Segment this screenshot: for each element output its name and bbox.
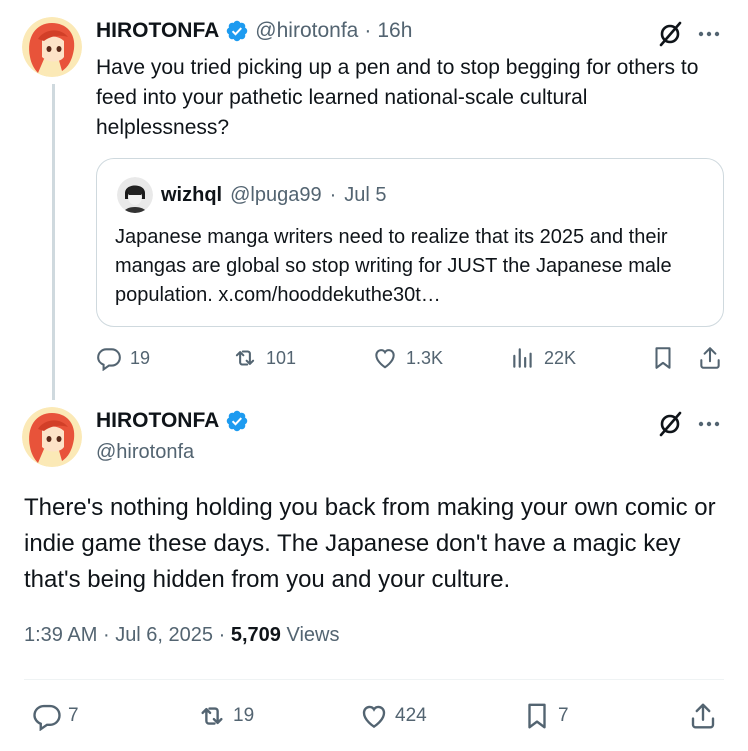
tweet-time[interactable]: 16h — [377, 19, 412, 43]
avatar[interactable] — [22, 17, 82, 77]
reply-count: 7 — [68, 705, 79, 726]
author-handle[interactable]: @hirotonfa — [96, 441, 194, 464]
quote-avatar — [117, 177, 153, 213]
grok-icon[interactable] — [656, 410, 684, 443]
repost-count: 101 — [266, 347, 297, 368]
share-button[interactable] — [697, 345, 723, 371]
dot-separator: · — [329, 183, 337, 206]
like-icon — [362, 705, 386, 729]
dot-separator: · — [364, 19, 372, 42]
like-icon — [375, 349, 395, 369]
dot-separator: · — [102, 624, 110, 646]
views-icon — [513, 348, 532, 368]
verified-badge-icon — [225, 409, 249, 433]
tweet-text: Have you tried picking up a pen and to s… — [96, 56, 699, 139]
tweet-time[interactable]: 1:39 AM — [24, 624, 97, 646]
repost-button[interactable]: 19 — [197, 701, 254, 731]
verified-badge-icon — [225, 19, 249, 43]
tweet-meta: 1:39 AM · Jul 6, 2025 · 5,709 Views — [24, 624, 339, 647]
like-count: 1.3K — [406, 347, 444, 368]
quote-author-name: wizhql — [161, 183, 223, 206]
bookmark-count: 7 — [558, 705, 569, 726]
quote-date: Jul 5 — [344, 183, 387, 206]
repost-icon — [235, 350, 255, 366]
tweet-header: HIROTONFA @hirotonfa · 16h — [96, 19, 412, 43]
quoted-tweet[interactable]: wizhql @lpuga99 · Jul 5 Japanese manga w… — [96, 158, 724, 327]
quote-author-handle: @lpuga99 — [230, 183, 322, 206]
like-count: 424 — [395, 705, 427, 726]
like-button[interactable]: 424 — [359, 701, 427, 731]
reply-count: 19 — [130, 347, 151, 368]
bookmark-button[interactable]: 7 — [522, 701, 569, 731]
tweet-text: There's nothing holding you back from ma… — [24, 494, 716, 593]
quote-header: wizhql @lpuga99 · Jul 5 — [117, 177, 387, 213]
tweet-date[interactable]: Jul 6, 2025 — [115, 624, 213, 646]
avatar[interactable] — [22, 407, 82, 467]
views-count: 5,709 — [230, 624, 281, 646]
reply-icon — [33, 704, 61, 731]
bookmark-icon — [528, 703, 546, 729]
bookmark-icon — [655, 347, 671, 369]
author-name[interactable]: HIROTONFA — [96, 409, 219, 433]
repost-count: 19 — [233, 705, 255, 726]
views-button[interactable]: 22K — [510, 345, 576, 371]
grok-icon[interactable] — [656, 20, 684, 53]
author-handle[interactable]: @hirotonfa — [255, 19, 358, 43]
more-icon[interactable] — [697, 412, 721, 441]
repost-button[interactable]: 101 — [232, 345, 296, 371]
share-icon — [691, 703, 715, 729]
bookmark-button[interactable] — [650, 345, 676, 371]
like-button[interactable]: 1.3K — [372, 345, 443, 371]
tweet-header: HIROTONFA — [96, 409, 249, 433]
dot-separator: · — [218, 624, 226, 646]
share-button[interactable] — [688, 701, 718, 731]
author-name[interactable]: HIROTONFA — [96, 19, 219, 43]
more-icon[interactable] — [697, 22, 721, 51]
thread-connector-line — [52, 84, 55, 400]
repost-icon — [201, 707, 223, 725]
quote-text: Japanese manga writers need to realize t… — [115, 226, 672, 306]
reply-button[interactable]: 19 — [96, 345, 150, 371]
share-icon — [700, 347, 720, 369]
views-label: Views — [286, 624, 340, 646]
reply-icon — [97, 348, 121, 371]
reply-button[interactable]: 7 — [32, 701, 79, 731]
divider — [24, 679, 724, 680]
views-count: 22K — [544, 347, 577, 368]
